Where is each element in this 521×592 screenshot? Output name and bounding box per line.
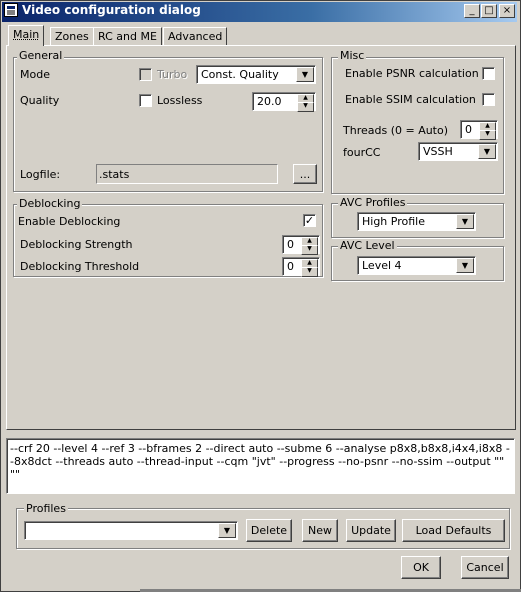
avc-profiles-legend: AVC Profiles [338,196,408,209]
deblocking-strength-label: Deblocking Strength [20,238,133,251]
enable-deblocking-checkbox[interactable]: ✓ [303,214,316,227]
ssim-checkbox[interactable] [482,93,495,106]
threads-spinbox[interactable]: 0 ▲ ▼ [460,120,498,140]
chevron-down-icon[interactable]: ▼ [456,214,474,229]
lossless-checkbox[interactable] [139,94,152,107]
chevron-down-icon[interactable]: ▼ [478,144,496,159]
fourcc-value: VSSH [423,145,453,158]
deblocking-threshold-label: Deblocking Threshold [20,260,140,273]
misc-legend: Misc [338,49,367,62]
turbo-label: Turbo [157,68,188,81]
new-button[interactable]: New [302,519,338,542]
ssim-label: Enable SSIM calculation [345,93,476,106]
psnr-label: Enable PSNR calculation [345,67,479,80]
deblocking-legend: Deblocking [17,197,83,210]
chevron-down-icon[interactable]: ▼ [218,523,236,538]
spin-down-icon[interactable]: ▼ [301,245,318,255]
avc-level-value: Level 4 [362,259,402,272]
avc-profile-combo[interactable]: High Profile ▼ [357,212,476,231]
profile-combo[interactable]: ▼ [24,521,238,540]
maximize-button[interactable]: □ [481,4,497,18]
general-legend: General [17,49,65,62]
spin-down-icon[interactable]: ▼ [297,102,314,112]
browse-button[interactable]: ... [293,164,317,184]
tab-zones[interactable]: Zones [50,27,94,45]
load-defaults-button[interactable]: Load Defaults [402,519,505,542]
tab-rc-and-me[interactable]: RC and ME [93,27,162,45]
deblocking-threshold-value: 0 [287,260,294,273]
enable-deblocking-label: Enable Deblocking [18,215,121,228]
threads-label: Threads (0 = Auto) [343,124,449,137]
logfile-field[interactable]: .stats [96,164,278,184]
chevron-down-icon[interactable]: ▼ [296,67,314,82]
fourcc-combo[interactable]: VSSH ▼ [418,142,498,161]
spin-down-icon[interactable]: ▼ [301,267,318,277]
mode-value: Const. Quality [201,68,279,81]
fourcc-label: fourCC [343,146,381,159]
close-button[interactable]: × [499,4,515,18]
avc-profile-value: High Profile [362,215,425,228]
checkmark-icon: ✓ [304,214,315,227]
mode-combo[interactable]: Const. Quality ▼ [196,65,316,84]
deblocking-threshold-spinbox[interactable]: 0 ▲ ▼ [282,257,320,277]
quality-spinbox[interactable]: 20.0 ▲ ▼ [252,92,316,112]
quality-label: Quality [20,94,60,107]
psnr-checkbox[interactable] [482,67,495,80]
logfile-label: Logfile: [20,168,61,181]
chevron-down-icon[interactable]: ▼ [456,258,474,273]
deblocking-strength-value: 0 [287,238,294,251]
cancel-button[interactable]: Cancel [461,556,509,579]
avc-level-legend: AVC Level [338,239,397,252]
window-title: Video configuration dialog [22,3,201,17]
tab-advanced[interactable]: Advanced [163,27,228,45]
command-line-text: --crf 20 --level 4 --ref 3 --bframes 2 -… [10,442,510,481]
lossless-label: Lossless [157,94,203,107]
threads-value: 0 [465,123,472,136]
logfile-value: .stats [99,168,130,181]
avc-level-combo[interactable]: Level 4 ▼ [357,256,476,275]
ok-button[interactable]: OK [401,556,441,579]
app-icon[interactable] [4,3,18,17]
deblocking-strength-spinbox[interactable]: 0 ▲ ▼ [282,235,320,255]
profiles-legend: Profiles [24,502,68,515]
delete-button[interactable]: Delete [246,519,292,542]
command-line-box[interactable]: --crf 20 --level 4 --ref 3 --bframes 2 -… [6,438,515,494]
mode-label: Mode [20,68,50,81]
minimize-button[interactable]: _ [464,4,480,18]
update-button[interactable]: Update [346,519,396,542]
turbo-checkbox[interactable] [139,68,152,81]
quality-value: 20.0 [257,95,282,108]
tab-main[interactable]: Main [8,25,45,46]
spin-down-icon[interactable]: ▼ [479,130,496,140]
